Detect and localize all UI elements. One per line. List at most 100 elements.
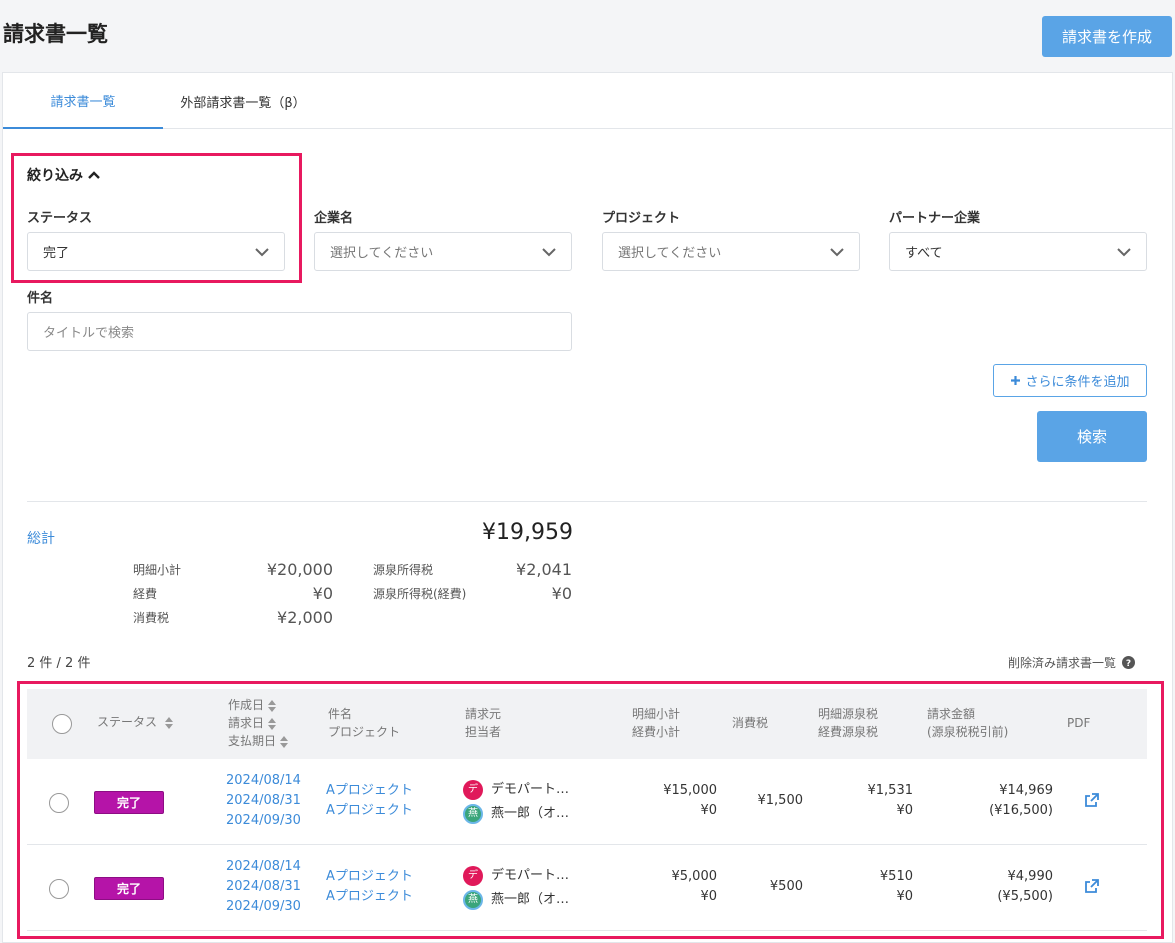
project-select-placeholder: 選択してください — [618, 246, 722, 261]
header-tax: 消費税 — [732, 716, 769, 730]
header-dates[interactable]: 作成日 請求日 支払期日 — [228, 696, 289, 750]
row-issuer-person: デデモパート… 燕燕一郎（オ… — [463, 864, 569, 912]
header-due-date-label: 支払期日 — [228, 734, 277, 748]
summary-value-withholding-expense: ¥0 — [551, 584, 572, 603]
project-filter-label: プロジェクト — [602, 211, 681, 226]
company-select-placeholder: 選択してください — [330, 246, 434, 261]
row-subtotals: ¥5,000 ¥0 — [617, 867, 718, 907]
invoice-date: 2024/08/31 — [226, 793, 301, 808]
row-subtotals: ¥15,000 ¥0 — [617, 781, 717, 821]
divider — [27, 501, 1147, 502]
expense-subtotal: ¥0 — [700, 803, 717, 818]
issuer-name: デモパート… — [491, 868, 570, 883]
header-project-label: プロジェクト — [328, 725, 401, 739]
status-badge: 完了 — [94, 877, 164, 900]
status-select[interactable]: 完了 — [27, 232, 285, 271]
row-select-radio[interactable] — [49, 879, 69, 899]
tax-value: ¥500 — [769, 879, 803, 894]
external-link-icon[interactable] — [1085, 879, 1099, 893]
row-dates: 2024/08/14 2024/08/31 2024/09/30 — [226, 857, 301, 917]
tab-bar: 請求書一覧 外部請求書一覧（β） — [3, 73, 1172, 129]
external-link-icon[interactable] — [1085, 793, 1099, 807]
header-status[interactable]: ステータス — [97, 713, 173, 731]
line-subtotal: ¥5,000 — [671, 869, 718, 884]
issuer-avatar: デ — [463, 866, 483, 886]
select-all-radio[interactable] — [52, 714, 72, 734]
plus-icon — [1011, 376, 1021, 385]
summary-label-line-subtotal: 明細小計 — [133, 563, 182, 577]
line-withholding: ¥1,531 — [867, 783, 914, 798]
amount-value: ¥14,969 — [999, 783, 1053, 798]
sort-icon — [280, 735, 289, 748]
subject-search-input[interactable]: タイトルで検索 — [27, 312, 572, 351]
total-label: 総計 — [27, 531, 55, 547]
help-icon[interactable]: ? — [1122, 656, 1136, 669]
project-select[interactable]: 選択してください — [602, 232, 860, 271]
add-condition-button[interactable]: さらに条件を追加 — [993, 364, 1147, 397]
header-pdf: PDF — [1067, 716, 1091, 730]
add-condition-label: さらに条件を追加 — [1025, 375, 1130, 390]
search-button[interactable]: 検索 — [1037, 411, 1147, 462]
issuer-avatar: デ — [463, 780, 483, 800]
sort-icon — [268, 717, 277, 730]
header-subtotals: 明細小計 経費小計 — [632, 705, 680, 741]
line-subtotal: ¥15,000 — [663, 783, 717, 798]
person-name: 燕一郎（オ… — [491, 892, 570, 907]
row-subject-project: Aプロジェクト Aプロジェクト — [326, 781, 413, 821]
subject-link[interactable]: Aプロジェクト — [326, 867, 413, 887]
expense-withholding: ¥0 — [896, 889, 913, 904]
tab-external-invoice-list[interactable]: 外部請求書一覧（β） — [163, 73, 323, 129]
summary-label-withholding-expense: 源泉所得税(経費) — [373, 587, 467, 601]
partner-select-value: すべて — [905, 246, 943, 261]
header-issuer-person: 請求元 担当者 — [465, 705, 501, 741]
project-link[interactable]: Aプロジェクト — [326, 887, 413, 907]
header-amount: 請求金額 (源泉税税引前) — [927, 705, 1008, 741]
company-select[interactable]: 選択してください — [314, 232, 572, 271]
sort-icon — [268, 699, 277, 712]
header-expense-subtotal-label: 経費小計 — [632, 725, 681, 739]
header-subject-label: 件名 — [328, 707, 353, 721]
table-header: ステータス 作成日 請求日 支払期日 件名 プロジェクト 請求元 担当者 明細小… — [27, 689, 1147, 759]
deleted-invoices-link[interactable]: 削除済み請求書一覧 ? — [1008, 654, 1136, 671]
table-row[interactable]: 完了 2024/08/14 2024/08/31 2024/09/30 Aプロジ… — [27, 845, 1147, 931]
partner-select[interactable]: すべて — [889, 232, 1147, 271]
header-status-label: ステータス — [97, 715, 158, 729]
tab-invoice-list[interactable]: 請求書一覧 — [3, 73, 163, 129]
page-title: 請求書一覧 — [3, 22, 108, 46]
issuer-name: デモパート… — [491, 782, 570, 797]
row-issuer-person: デデモパート… 燕燕一郎（オ… — [463, 778, 569, 826]
header-line-subtotal-label: 明細小計 — [632, 707, 681, 721]
status-filter-label: ステータス — [27, 211, 93, 226]
status-badge: 完了 — [94, 791, 164, 814]
project-link[interactable]: Aプロジェクト — [326, 801, 413, 821]
expense-withholding: ¥0 — [896, 803, 913, 818]
row-withholding: ¥1,531 ¥0 — [813, 781, 914, 821]
filter-title: 絞り込み — [27, 168, 83, 184]
chevron-down-icon — [542, 247, 556, 256]
filter-toggle[interactable]: 絞り込み — [27, 165, 101, 185]
summary-label-expense: 経費 — [133, 587, 158, 601]
row-amount: ¥14,969 (¥16,500) — [933, 781, 1053, 821]
company-filter-label: 企業名 — [314, 211, 354, 226]
amount-before-withholding: (¥5,500) — [997, 889, 1053, 904]
header-person-label: 担当者 — [465, 725, 502, 739]
tax-value: ¥1,500 — [757, 793, 804, 808]
created-date: 2024/08/14 — [226, 773, 301, 788]
create-invoice-button[interactable]: 請求書を作成 — [1042, 16, 1172, 57]
header-amount-note: (源泉税税引前) — [927, 725, 1009, 739]
header-created-label: 作成日 — [228, 698, 265, 712]
row-select-radio[interactable] — [49, 793, 69, 813]
person-avatar: 燕 — [463, 804, 483, 824]
amount-before-withholding: (¥16,500) — [989, 803, 1053, 818]
person-avatar: 燕 — [463, 890, 483, 910]
deleted-invoices-label: 削除済み請求書一覧 — [1008, 656, 1117, 670]
created-date: 2024/08/14 — [226, 859, 301, 874]
header-amount-label: 請求金額 — [927, 707, 976, 721]
due-date: 2024/09/30 — [226, 899, 301, 914]
table-row[interactable]: 完了 2024/08/14 2024/08/31 2024/09/30 Aプロジ… — [27, 759, 1147, 845]
header-expense-withholding-label: 経費源泉税 — [818, 725, 879, 739]
due-date: 2024/09/30 — [226, 813, 301, 828]
subject-link[interactable]: Aプロジェクト — [326, 781, 413, 801]
summary-label-tax: 消費税 — [133, 611, 170, 625]
summary-value-expense: ¥0 — [312, 584, 333, 603]
